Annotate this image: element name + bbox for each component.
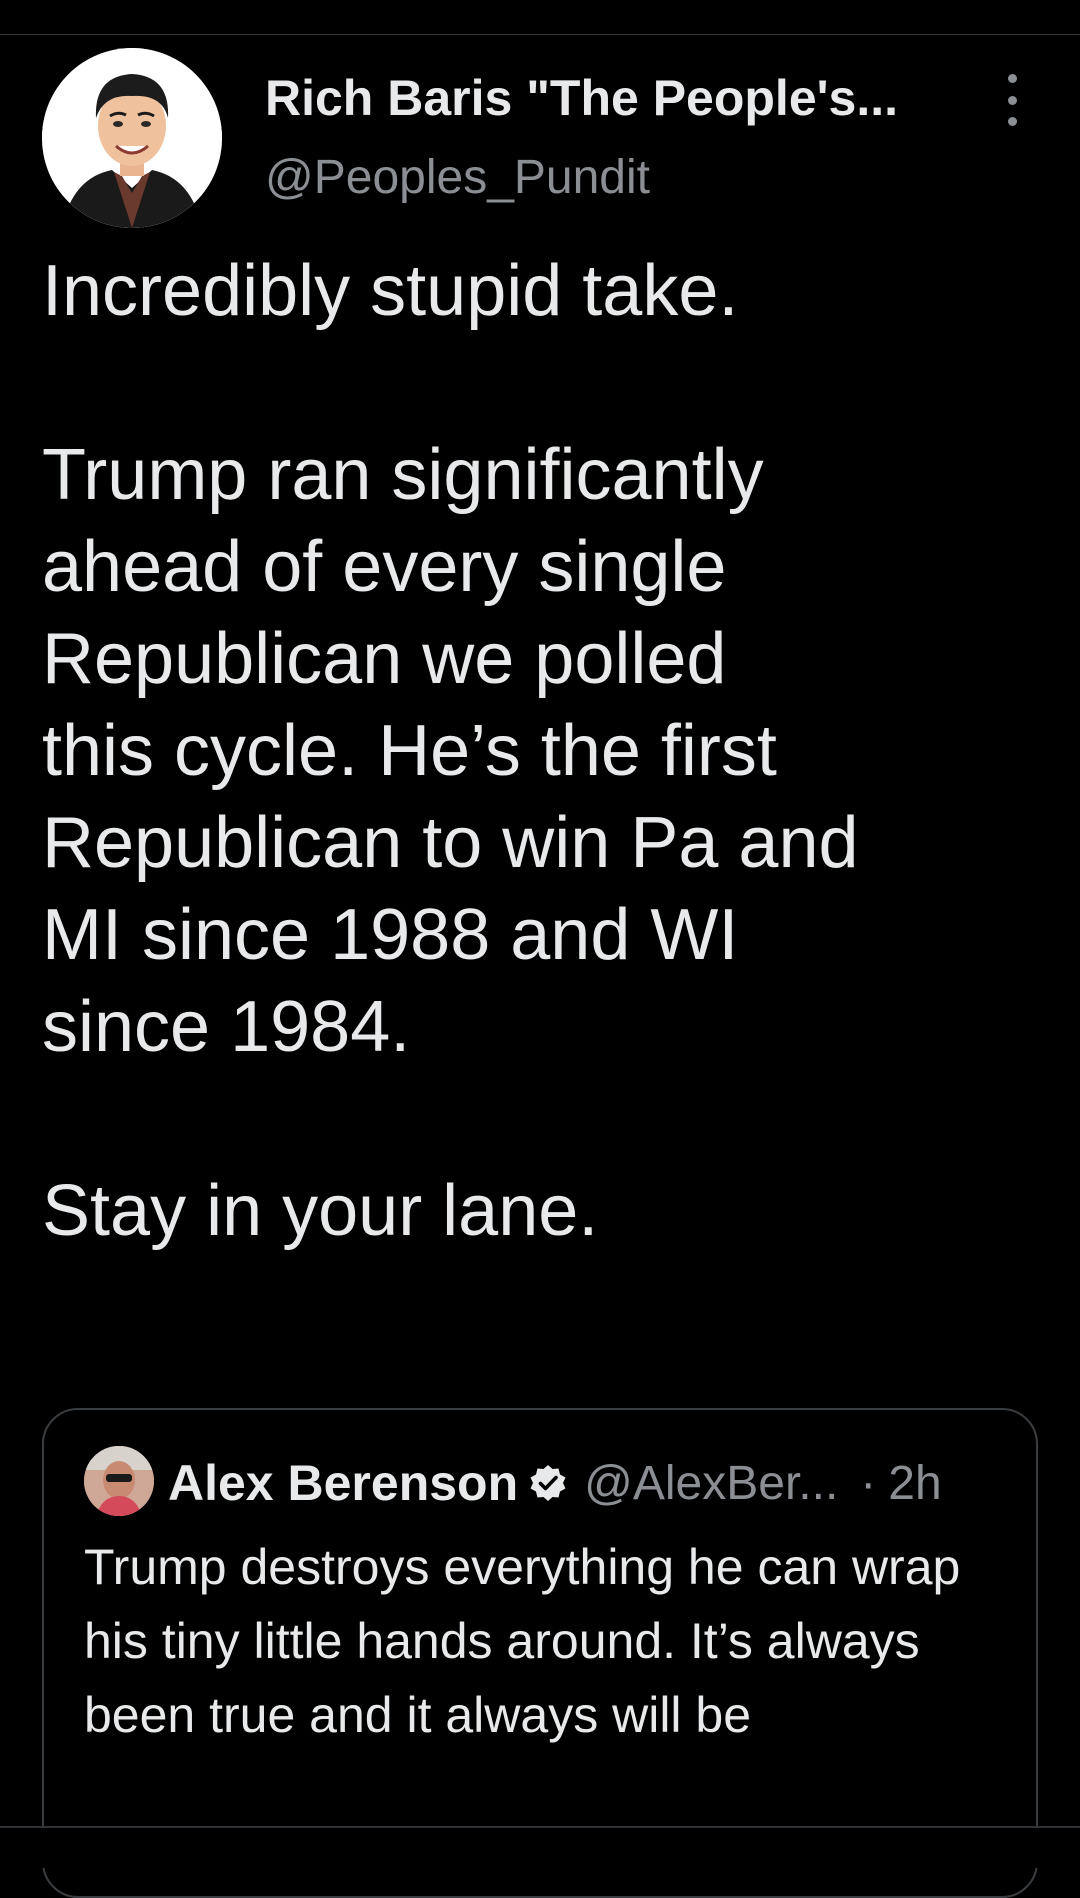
author-avatar[interactable] [42, 48, 222, 228]
more-dot [1007, 95, 1017, 105]
cartoon-portrait-icon [42, 48, 222, 228]
quoted-tweet-time[interactable]: 2h [888, 1456, 941, 1511]
quoted-author-handle[interactable]: @AlexBer... [584, 1456, 838, 1511]
author-display-name[interactable]: Rich Baris "The People's... [265, 68, 965, 128]
verified-badge-icon [530, 1465, 566, 1501]
quoted-tweet-card[interactable]: Alex Berenson @AlexBer... · 2h Trump des… [42, 1408, 1038, 1898]
quoted-tweet-text: Trump destroys everything he can wrap hi… [84, 1539, 961, 1743]
more-vertical-icon[interactable] [998, 74, 1026, 126]
tweet-paragraph: Stay in your lane. [42, 1171, 599, 1251]
portrait-photo-icon [84, 1446, 154, 1516]
quoted-author-name[interactable]: Alex Berenson [168, 1454, 518, 1512]
top-divider [0, 34, 1080, 35]
more-dot [1007, 117, 1017, 126]
header-separator: · [860, 1456, 877, 1510]
tweet-paragraph: Incredibly stupid take. [42, 251, 739, 331]
quoted-tweet-header: Alex Berenson @AlexBer... · 2h [168, 1450, 942, 1516]
tweet-body: Incredibly stupid take. Trump ran signif… [42, 245, 1052, 1257]
quoted-author-avatar[interactable] [84, 1446, 154, 1516]
more-dot [1007, 74, 1017, 83]
author-handle[interactable]: @Peoples_Pundit [265, 150, 650, 206]
tweet-paragraph: Trump ran significantly ahead of every s… [42, 435, 859, 1067]
bottom-bar [0, 1828, 1080, 1868]
